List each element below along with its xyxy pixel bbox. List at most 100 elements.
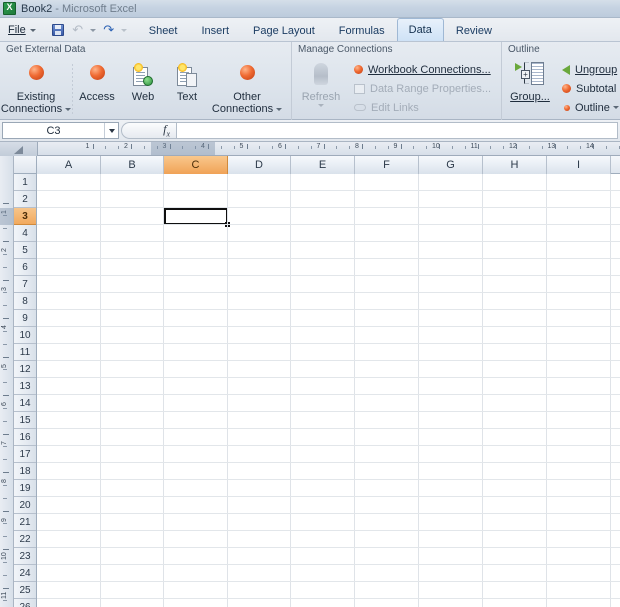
existing-connections-button[interactable]: Existing Connections: [0, 56, 72, 115]
row-header[interactable]: 23: [14, 548, 36, 565]
row-header[interactable]: 10: [14, 327, 36, 344]
ribbon-group-outline: Outline + Group... Ungroup Subtotal Outl…: [502, 42, 620, 120]
row-header[interactable]: 14: [14, 395, 36, 412]
group-button[interactable]: + Group...: [502, 56, 558, 103]
grid-line-vertical: [163, 174, 164, 607]
ungroup-command[interactable]: Ungroup: [558, 61, 619, 78]
save-icon: [51, 24, 64, 36]
grid-line-horizontal: [37, 309, 620, 310]
grid-line-vertical: [227, 174, 228, 607]
subtotal-command[interactable]: Subtotal: [558, 80, 619, 97]
row-header[interactable]: 21: [14, 514, 36, 531]
web-button[interactable]: Web: [121, 56, 165, 103]
ruler-number: 2: [1, 248, 8, 252]
ruler-minor-tick: [580, 146, 582, 149]
ruler-number: 9: [1, 517, 8, 522]
name-box[interactable]: C3: [2, 122, 119, 139]
row-header[interactable]: 22: [14, 531, 36, 548]
row-header[interactable]: 12: [14, 361, 36, 378]
ruler-minor-tick: [3, 459, 7, 461]
redo-dropdown-button[interactable]: [120, 21, 129, 39]
row-header[interactable]: 19: [14, 480, 36, 497]
column-header[interactable]: G: [419, 156, 483, 174]
chevron-down-icon: [108, 128, 115, 133]
grid-line-horizontal: [37, 581, 620, 582]
row-header[interactable]: 11: [14, 344, 36, 361]
grid-line-horizontal: [37, 275, 620, 276]
row-header[interactable]: 1: [14, 174, 36, 191]
text-button[interactable]: Text: [165, 56, 209, 103]
row-header[interactable]: 26: [14, 599, 36, 607]
refresh-all-button[interactable]: Refresh: [292, 56, 350, 107]
row-header[interactable]: 16: [14, 429, 36, 446]
ruler-corner[interactable]: [0, 142, 38, 156]
column-header[interactable]: I: [547, 156, 611, 174]
workbook-connections-command[interactable]: Workbook Connections...: [350, 61, 491, 78]
tab-sheet[interactable]: Sheet: [137, 20, 190, 41]
grid-body[interactable]: [37, 174, 620, 607]
undo-button[interactable]: ↶: [69, 21, 87, 39]
row-header[interactable]: 9: [14, 310, 36, 327]
row-header[interactable]: 4: [14, 225, 36, 242]
ruler-tick: [323, 144, 325, 149]
undo-dropdown-button[interactable]: [89, 21, 98, 39]
row-header[interactable]: 8: [14, 293, 36, 310]
column-header[interactable]: C: [164, 156, 228, 174]
tab-page-layout[interactable]: Page Layout: [241, 20, 327, 41]
tab-data[interactable]: Data: [396, 18, 444, 41]
redo-button[interactable]: ↷: [100, 21, 118, 39]
column-header[interactable]: A: [37, 156, 101, 174]
outline-command[interactable]: Outline: [558, 99, 619, 116]
row-header[interactable]: 2: [14, 191, 36, 208]
row-header[interactable]: 15: [14, 412, 36, 429]
column-header[interactable]: B: [101, 156, 164, 174]
ruler-number: 1: [85, 143, 90, 150]
button-label: Web: [131, 91, 155, 103]
tab-formulas[interactable]: Formulas: [327, 20, 397, 41]
ruler-minor-tick: [3, 420, 7, 422]
grid-line-horizontal: [37, 547, 620, 548]
active-cell-cursor[interactable]: [164, 208, 228, 225]
ruler-number: 13: [547, 143, 556, 150]
ruler-minor-tick: [118, 146, 120, 149]
access-button[interactable]: Access: [73, 56, 121, 103]
ruler-minor-tick: [567, 146, 569, 149]
command-label: Subtotal: [576, 82, 617, 95]
ruler-minor-tick: [3, 292, 7, 294]
tab-insert[interactable]: Insert: [189, 20, 241, 41]
row-header[interactable]: 7: [14, 276, 36, 293]
ruler-number: 11: [470, 143, 478, 150]
column-header[interactable]: F: [355, 156, 419, 174]
column-header[interactable]: H: [483, 156, 547, 174]
name-box-dropdown[interactable]: [104, 123, 118, 138]
ruler-minor-tick: [336, 146, 338, 149]
row-header[interactable]: 17: [14, 446, 36, 463]
file-tab[interactable]: File: [2, 20, 43, 40]
row-header[interactable]: 6: [14, 259, 36, 276]
command-label: Ungroup: [575, 63, 618, 76]
column-header[interactable]: E: [291, 156, 355, 174]
save-button[interactable]: [49, 21, 67, 39]
row-header[interactable]: 13: [14, 378, 36, 395]
row-header[interactable]: 18: [14, 463, 36, 480]
row-header[interactable]: 3: [14, 208, 36, 225]
formula-bar: C3 fx: [0, 120, 620, 142]
row-header[interactable]: 20: [14, 497, 36, 514]
formula-input[interactable]: [177, 122, 618, 139]
ruler-tick: [3, 241, 9, 242]
row-header[interactable]: 25: [14, 582, 36, 599]
ruler-number: 8: [1, 479, 8, 483]
insert-function-button[interactable]: fx: [121, 122, 177, 139]
row-header[interactable]: 24: [14, 565, 36, 582]
grid-line-vertical: [610, 174, 611, 607]
ruler-tick: [3, 279, 9, 281]
undo-arrow-icon: ↶: [72, 22, 84, 38]
column-header[interactable]: D: [228, 156, 291, 174]
tab-review[interactable]: Review: [444, 20, 504, 41]
row-header[interactable]: 5: [14, 242, 36, 259]
tab-label: Formulas: [338, 25, 385, 37]
grid-line-vertical: [482, 174, 483, 607]
ribbon-group-title: Manage Connections: [298, 44, 393, 55]
other-connections-button[interactable]: Other Connections: [209, 56, 285, 115]
ruler-tick: [3, 202, 9, 204]
